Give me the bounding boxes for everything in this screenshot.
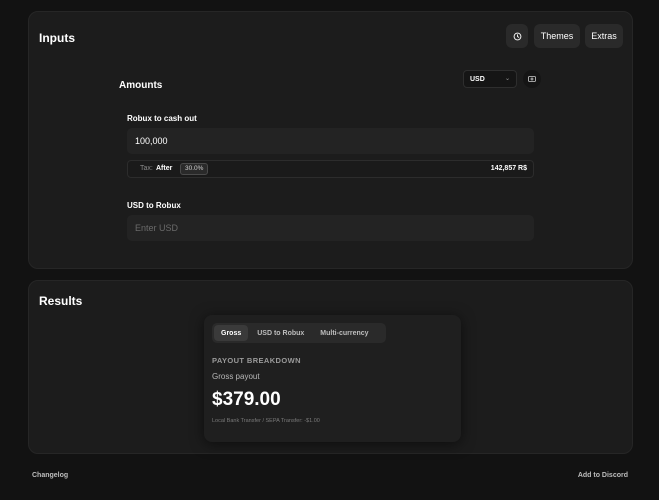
usd-field-label: USD to Robux — [127, 201, 181, 210]
tab-usd-to-robux[interactable]: USD to Robux — [250, 325, 311, 341]
inputs-title: Inputs — [39, 31, 75, 45]
changelog-link[interactable]: Changelog — [32, 472, 68, 479]
clock-icon — [513, 32, 521, 40]
currency-select[interactable]: USD ⌄ — [463, 70, 517, 88]
robux-input[interactable] — [127, 128, 534, 154]
tax-mode[interactable]: After — [156, 165, 172, 172]
chevron-down-icon: ⌄ — [504, 76, 510, 82]
transfer-fee-note: Local Bank Transfer / SEPA Transfer: -$1… — [212, 418, 320, 424]
tax-row: Tax: After 30.0% 142,857 R$ — [127, 160, 534, 178]
payout-breakdown-title: PAYOUT BREAKDOWN — [212, 356, 301, 365]
tax-label: Tax: — [140, 165, 153, 172]
usd-input[interactable] — [127, 215, 534, 241]
add-to-discord-link[interactable]: Add to Discord — [578, 472, 628, 479]
inputs-panel: Inputs Themes Extras Amounts USD ⌄ Robux… — [28, 11, 633, 269]
currency-toggle-button[interactable] — [523, 70, 541, 88]
gross-payout-label: Gross payout — [212, 372, 260, 381]
currency-value: USD — [470, 75, 485, 83]
robux-field-label: Robux to cash out — [127, 114, 197, 123]
themes-button[interactable]: Themes — [534, 24, 580, 48]
money-icon — [528, 76, 536, 82]
tab-gross[interactable]: Gross — [214, 325, 249, 341]
results-title: Results — [39, 294, 83, 308]
gross-payout-amount: $379.00 — [212, 389, 281, 410]
amounts-title: Amounts — [119, 80, 163, 91]
extras-button[interactable]: Extras — [585, 24, 623, 48]
tax-rate-badge[interactable]: 30.0% — [180, 163, 209, 175]
results-card: Gross USD to Robux Multi-currency PAYOUT… — [204, 315, 461, 442]
results-panel: Results Gross USD to Robux Multi-currenc… — [28, 280, 633, 454]
tax-result-value: 142,857 R$ — [490, 165, 527, 172]
tab-multi-currency[interactable]: Multi-currency — [313, 325, 375, 341]
history-button[interactable] — [506, 24, 528, 48]
results-tabs: Gross USD to Robux Multi-currency — [212, 323, 386, 343]
